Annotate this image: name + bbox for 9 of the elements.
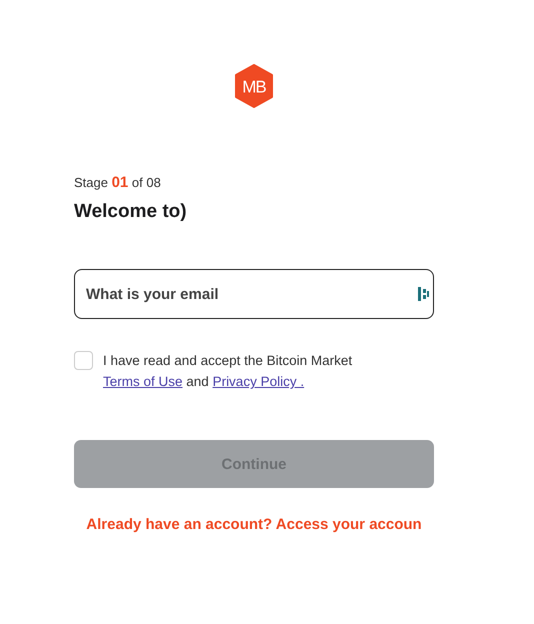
stage-indicator: Stage 01 of 08 bbox=[74, 174, 162, 191]
logo: MB bbox=[234, 64, 274, 108]
terms-link[interactable]: Terms of Use bbox=[103, 374, 183, 389]
consent-checkbox[interactable] bbox=[74, 351, 93, 370]
login-link[interactable]: Already have an account? Access your accoun bbox=[86, 516, 422, 533]
consent-text: I have read and accept the Bitcoin Market Terms of Use and Privacy Policy . bbox=[103, 352, 354, 391]
email-field[interactable]: What is your email bbox=[74, 269, 434, 319]
page-title: Welcome to) bbox=[74, 201, 188, 223]
terms-link[interactable]: Privacy Policy . bbox=[212, 374, 304, 389]
